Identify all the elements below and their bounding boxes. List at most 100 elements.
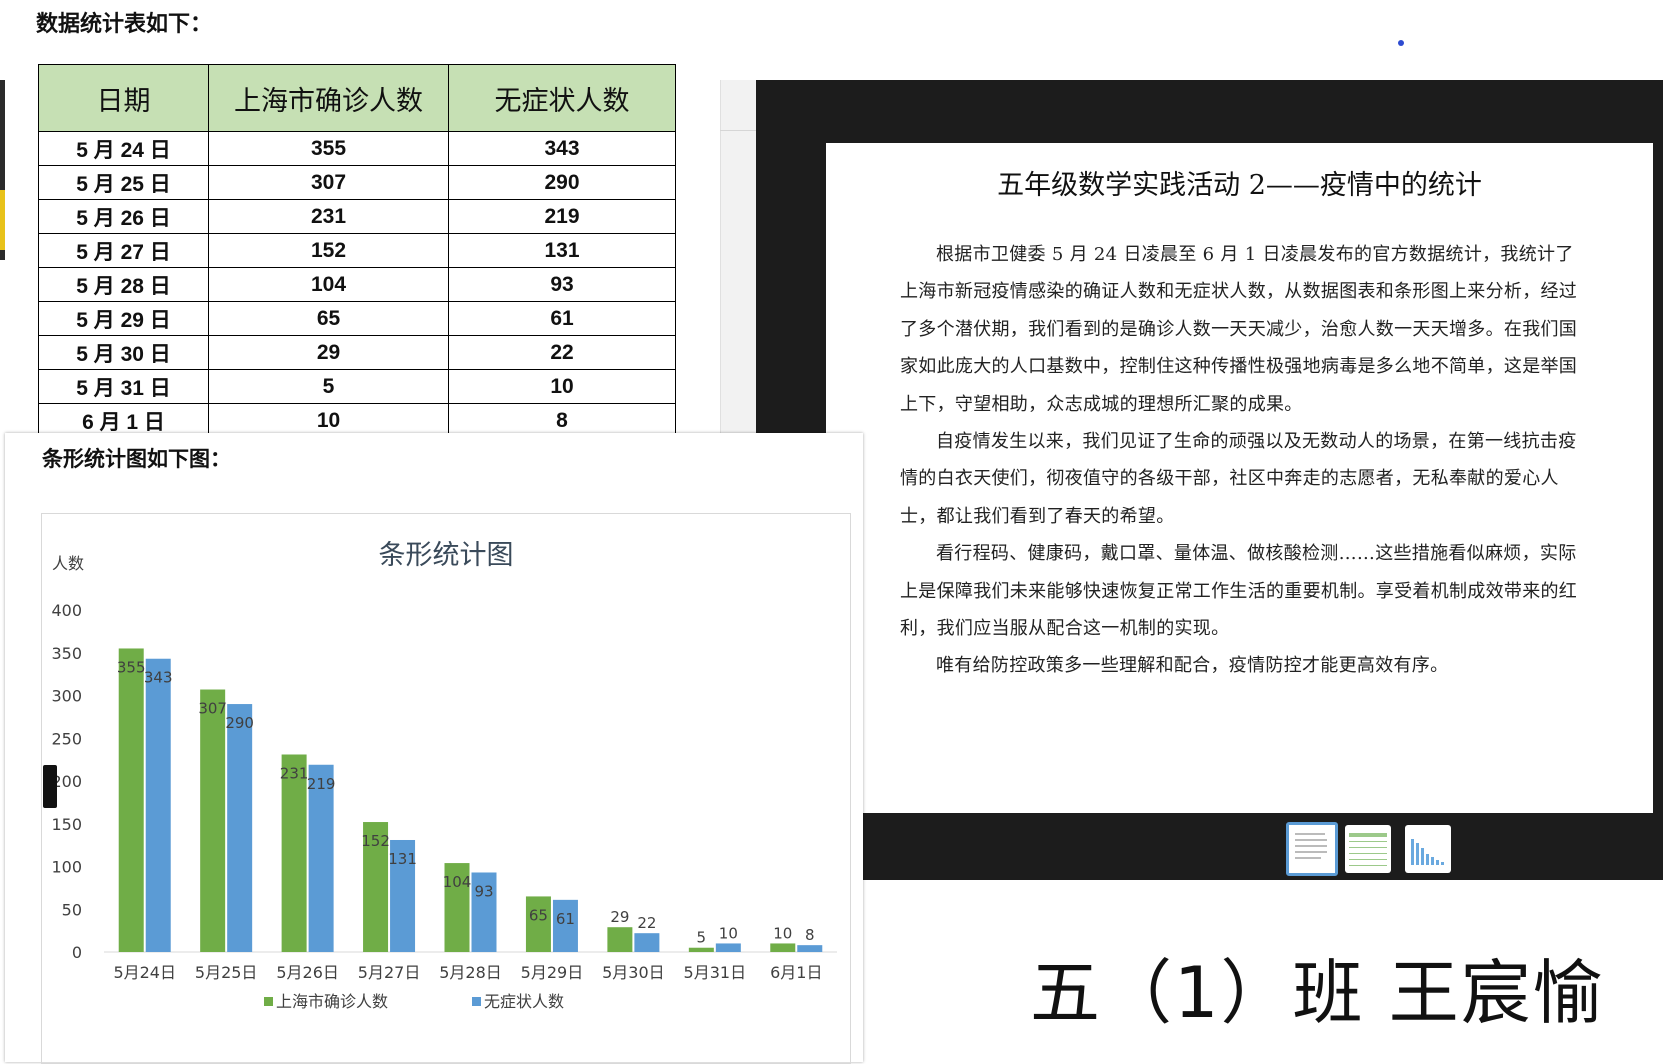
table-heading: 数据统计表如下： [36,12,213,37]
cell-asymptomatic: 290 [448,165,676,200]
page-thumbnail-essay[interactable] [1286,822,1338,876]
page-thumbnail-chart[interactable] [1405,825,1451,873]
author-caption: 五（1）班 王宸愉 [1030,952,1605,1034]
cell-date: 5 月 31 日 [38,369,209,404]
chart-heading: 条形统计图如下图： [42,447,231,471]
chart-document: 条形统计图如下图： 条形统计图 人数 0 50 100 150 200 250 300 350 40… [5,433,863,1064]
bar-asymptomatic [145,658,171,952]
x-tick-label: 5月25日 [195,963,258,982]
y-tick-label: 300 [51,687,82,706]
y-tick-label: 400 [51,601,82,620]
cursor-dot [1398,40,1404,46]
cell-confirmed: 152 [208,233,449,268]
cell-confirmed: 5 [208,369,449,404]
header-confirmed: 上海市确诊人数 [208,64,449,132]
cell-date: 5 月 26 日 [38,199,209,234]
cell-confirmed: 65 [208,301,449,336]
data-label: 131 [388,850,417,868]
legend-swatch [264,997,273,1006]
cell-asymptomatic: 22 [448,335,676,370]
cell-confirmed: 355 [208,131,449,166]
header-date: 日期 [38,64,209,132]
legend-label: 无症状人数 [484,992,564,1011]
data-label: 307 [198,700,227,718]
bar-asymptomatic [227,704,253,952]
cell-date: 5 月 27 日 [38,233,209,268]
page-thumbnail-table[interactable] [1345,825,1391,873]
cell-asymptomatic: 10 [448,369,676,404]
data-label: 29 [610,908,629,926]
x-tick-label: 5月29日 [521,963,584,982]
cell-date: 5 月 29 日 [38,301,209,336]
bar-confirmed [118,648,144,952]
cell-confirmed: 307 [208,165,449,200]
y-tick-label: 350 [51,644,82,663]
table-row: 5 月 29 日 65 61 [38,301,676,336]
data-label: 152 [361,832,390,850]
chart-frame: 条形统计图 人数 0 50 100 150 200 250 300 350 400 355 343 5月2… [41,513,851,1064]
background-window-accent [0,190,5,250]
cell-confirmed: 104 [208,267,449,302]
data-label: 65 [529,906,548,924]
data-label: 355 [117,658,146,676]
bookmark-tab[interactable] [43,765,57,808]
bar-confirmed [688,947,714,952]
y-tick-label: 150 [51,815,82,834]
table-row: 5 月 28 日 104 93 [38,267,676,302]
y-tick-label: 100 [51,858,82,877]
essay-paragraph: 根据市卫健委 5 月 24 日凌晨至 6 月 1 日凌晨发布的官方数据统计，我统… [900,244,1578,415]
background-panel-divider [720,130,756,131]
chart-title: 条形统计图 [379,540,514,571]
x-tick-label: 5月28日 [439,963,502,982]
bar-confirmed [607,927,633,952]
bar-confirmed [281,754,307,952]
data-label: 104 [443,873,472,891]
essay-paragraph: 自疫情发生以来，我们见证了生命的顽强以及无数动人的场景，在第一线抗击疫情的白衣天… [900,431,1577,527]
y-tick-label: 0 [72,943,82,962]
x-tick-label: 5月31日 [684,963,747,982]
table-row: 5 月 26 日 231 219 [38,199,676,234]
cell-asymptomatic: 61 [448,301,676,336]
y-tick-label: 50 [62,900,82,919]
table-row: 5 月 24 日 355 343 [38,131,676,166]
data-label: 10 [719,924,738,942]
stats-table: 日期 上海市确诊人数 无症状人数 5 月 24 日 355 343 5 月 25 日… [38,64,676,438]
table-row: 5 月 25 日 307 290 [38,165,676,200]
y-axis-label: 人数 [52,554,84,573]
data-label: 5 [697,929,707,947]
data-label: 10 [773,924,792,942]
data-label: 22 [637,914,656,932]
data-label: 231 [280,764,309,782]
bar-confirmed [770,943,796,952]
essay-page: 五年级数学实践活动 2——疫情中的统计 根据市卫健委 5 月 24 日凌晨至 6… [826,143,1653,813]
y-tick-label: 250 [51,729,82,748]
header-asymptomatic: 无症状人数 [448,64,676,132]
cell-asymptomatic: 343 [448,131,676,166]
cell-confirmed: 231 [208,199,449,234]
x-tick-label: 5月26日 [276,963,339,982]
cell-date: 5 月 24 日 [38,131,209,166]
essay-title: 五年级数学实践活动 2——疫情中的统计 [997,170,1482,201]
essay-body: 根据市卫健委 5 月 24 日凌晨至 6 月 1 日凌晨发布的官方数据统计，我统… [900,236,1590,685]
essay-paragraph: 唯有给防控政策多一些理解和配合，疫情防控才能更高效有序。 [936,655,1449,677]
data-label: 61 [556,910,575,928]
table-header-row: 日期 上海市确诊人数 无症状人数 [38,64,676,132]
x-tick-label: 5月27日 [358,963,421,982]
table-row: 5 月 31 日 5 10 [38,369,676,404]
data-label: 93 [474,882,493,900]
legend-label: 上海市确诊人数 [276,992,388,1011]
x-tick-label: 5月30日 [602,963,665,982]
cell-asymptomatic: 93 [448,267,676,302]
bar-asymptomatic [634,933,660,952]
x-tick-label: 6月1日 [770,963,822,982]
data-label: 343 [144,669,173,687]
data-label: 290 [225,714,254,732]
x-tick-label: 5月24日 [113,963,176,982]
legend-swatch [472,997,481,1006]
background-panel [720,80,757,435]
essay-paragraph: 看行程码、健康码，戴口罩、量体温、做核酸检测……这些措施看似麻烦，实际上是保障我… [900,543,1578,640]
bar-asymptomatic [308,764,334,952]
data-label: 8 [805,926,815,944]
bar-asymptomatic [797,945,823,952]
table-row: 5 月 27 日 152 131 [38,233,676,268]
